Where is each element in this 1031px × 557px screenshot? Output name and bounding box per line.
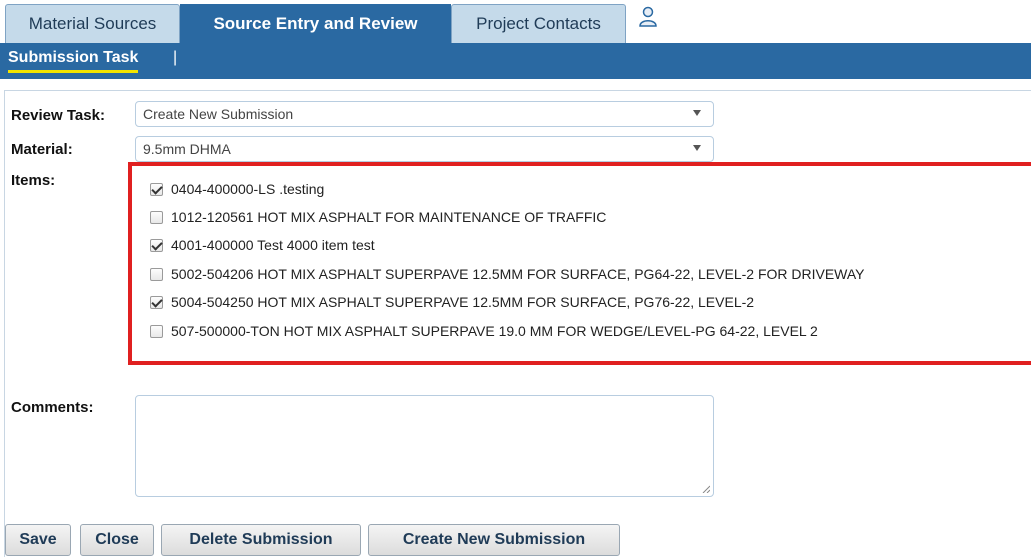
- list-item[interactable]: 4001-400000 Test 4000 item test: [150, 235, 375, 255]
- sub-navigation: Submission Task |: [0, 43, 1031, 79]
- close-button[interactable]: Close: [80, 524, 154, 556]
- item-checkbox[interactable]: [150, 182, 163, 196]
- review-task-label: Review Task:: [11, 107, 105, 124]
- item-checkbox[interactable]: [150, 267, 163, 281]
- tab-source-entry-and-review[interactable]: Source Entry and Review: [180, 4, 451, 43]
- resize-handle-icon[interactable]: [702, 485, 710, 493]
- material-label: Material:: [11, 141, 73, 158]
- item-checkbox[interactable]: [150, 238, 163, 252]
- item-label: 4001-400000 Test 4000 item test: [171, 237, 375, 253]
- tab-project-contacts[interactable]: Project Contacts: [451, 4, 626, 43]
- material-select[interactable]: 9.5mm DHMA: [135, 136, 714, 162]
- tab-material-sources[interactable]: Material Sources: [5, 4, 180, 43]
- items-label: Items:: [11, 172, 56, 189]
- chevron-down-icon: [693, 110, 701, 116]
- item-label: 5004-504250 HOT MIX ASPHALT SUPERPAVE 12…: [171, 294, 755, 310]
- item-label: 1012-120561 HOT MIX ASPHALT FOR MAINTENA…: [171, 209, 607, 225]
- save-button[interactable]: Save: [5, 524, 71, 556]
- item-label: 5002-504206 HOT MIX ASPHALT SUPERPAVE 12…: [171, 266, 865, 282]
- item-checkbox[interactable]: [150, 324, 163, 338]
- list-item[interactable]: 0404-400000-LS .testing: [150, 179, 324, 199]
- item-checkbox[interactable]: [150, 295, 163, 309]
- subnav-separator: |: [173, 49, 178, 66]
- delete-submission-button[interactable]: Delete Submission: [161, 524, 361, 556]
- list-item[interactable]: 5004-504250 HOT MIX ASPHALT SUPERPAVE 12…: [150, 292, 754, 312]
- list-item[interactable]: 5002-504206 HOT MIX ASPHALT SUPERPAVE 12…: [150, 264, 865, 284]
- item-label: 0404-400000-LS .testing: [171, 181, 325, 197]
- item-checkbox[interactable]: [150, 210, 163, 224]
- create-new-submission-button[interactable]: Create New Submission: [368, 524, 620, 556]
- comments-textarea[interactable]: [135, 395, 714, 497]
- chevron-down-icon: [693, 145, 701, 151]
- item-label: 507-500000-TON HOT MIX ASPHALT SUPERPAVE…: [171, 323, 818, 339]
- review-task-select[interactable]: Create New Submission: [135, 101, 714, 127]
- items-list: 0404-400000-LS .testing 1012-120561 HOT …: [128, 162, 1031, 365]
- list-item[interactable]: 1012-120561 HOT MIX ASPHALT FOR MAINTENA…: [150, 207, 606, 227]
- review-task-value: Create New Submission: [143, 106, 294, 122]
- comments-label: Comments:: [11, 399, 94, 416]
- tab-bar: Material Sources Source Entry and Review…: [0, 0, 1031, 43]
- user-icon[interactable]: [637, 6, 659, 28]
- subnav-submission-task[interactable]: Submission Task: [8, 49, 139, 73]
- list-item[interactable]: 507-500000-TON HOT MIX ASPHALT SUPERPAVE…: [150, 321, 818, 341]
- material-value: 9.5mm DHMA: [143, 141, 231, 157]
